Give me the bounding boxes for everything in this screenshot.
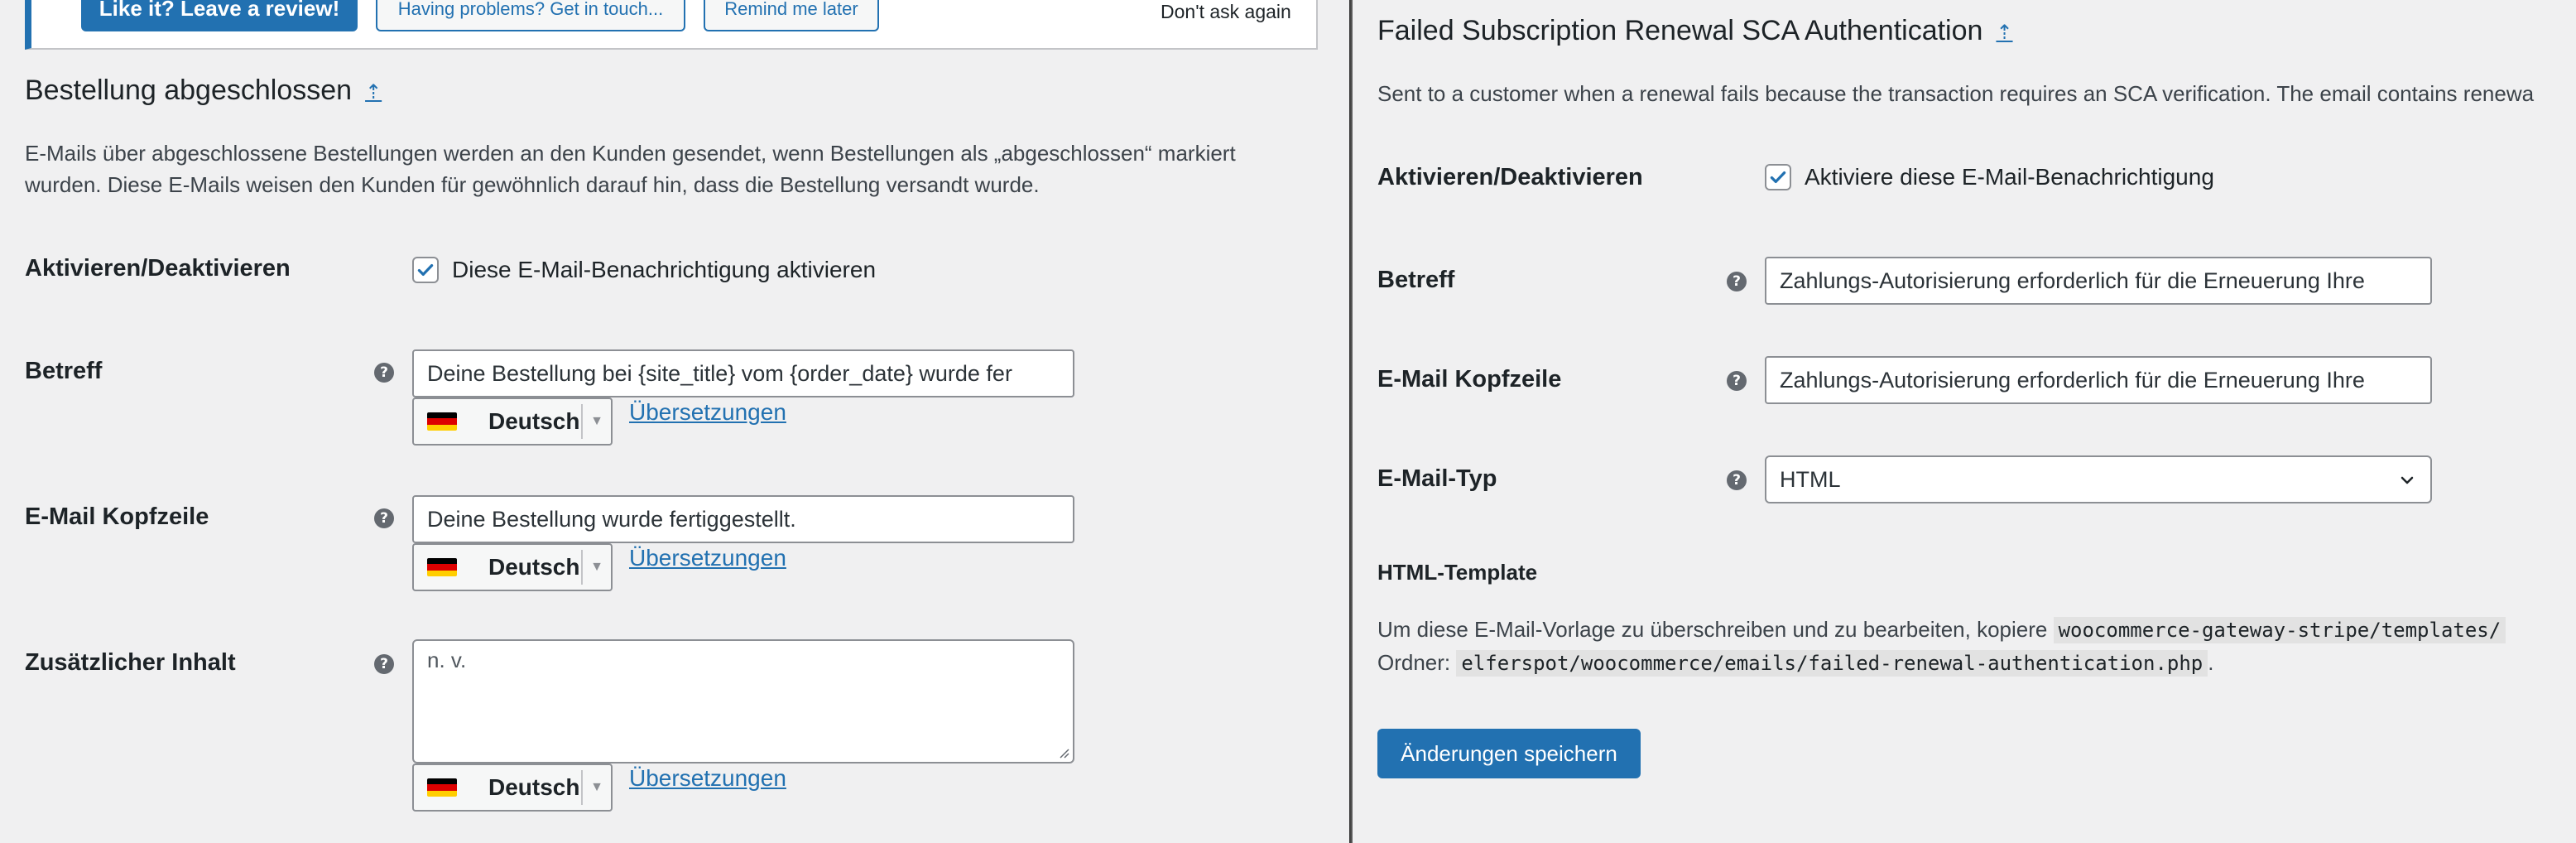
additional-content-textarea[interactable]: n. v. — [412, 639, 1074, 764]
remind-later-button[interactable]: Remind me later — [704, 0, 879, 31]
heading-language-select[interactable]: Deutsch ▼ — [412, 543, 613, 591]
leave-review-button[interactable]: Like it? Leave a review! — [81, 0, 358, 31]
section-title-text: Bestellung abgeschlossen — [25, 75, 353, 106]
back-to-top-link[interactable]: ⇡ — [1996, 21, 2012, 45]
language-label: Deutsch — [488, 408, 580, 434]
chevron-down-icon: ▼ — [581, 770, 611, 805]
section-title: Bestellung abgeschlossen ⇡ — [25, 75, 382, 107]
subject-input[interactable]: Deine Bestellung bei {site_title} vom {o… — [412, 349, 1074, 397]
get-in-touch-button[interactable]: Having problems? Get in touch... — [376, 0, 685, 31]
heading-translations-link[interactable]: Übersetzungen — [629, 545, 786, 571]
enable-checkbox-label: Aktiviere diese E-Mail-Benachrichtigung — [1805, 164, 2214, 190]
review-notice: Like it? Leave a review! Having problems… — [25, 0, 1318, 50]
chevron-down-icon — [2401, 476, 2414, 484]
subject-label: Betreff — [25, 358, 103, 384]
help-icon[interactable]: ? — [1727, 371, 1747, 391]
section-title: Failed Subscription Renewal SCA Authenti… — [1377, 15, 2013, 47]
checkmark-icon — [1770, 171, 1786, 184]
heading-input[interactable]: Deine Bestellung wurde fertiggestellt. — [412, 495, 1074, 543]
template-target-path: elferspot/woocommerce/emails/failed-rene… — [1456, 650, 2208, 677]
german-flag-icon — [427, 558, 457, 576]
enable-checkbox[interactable] — [412, 257, 439, 283]
left-settings-pane: Like it? Leave a review! Having problems… — [0, 0, 1349, 843]
template-instructions-line1: Um diese E-Mail-Vorlage zu überschreiben… — [1377, 613, 2506, 647]
back-to-top-link[interactable]: ⇡ — [365, 80, 382, 104]
email-type-select[interactable]: HTML — [1765, 455, 2432, 503]
checkmark-icon — [417, 263, 434, 277]
enable-label: Aktivieren/Deaktivieren — [1377, 164, 1643, 190]
additional-translations-link[interactable]: Übersetzungen — [629, 765, 786, 792]
chevron-down-icon: ▼ — [581, 550, 611, 585]
heading-label: E-Mail Kopfzeile — [1377, 366, 1562, 393]
template-source-path: woocommerce-gateway-stripe/templates/ — [2053, 617, 2506, 643]
enable-checkbox-label: Diese E-Mail-Benachrichtigung aktivieren — [452, 257, 877, 282]
help-icon[interactable]: ? — [1727, 272, 1747, 291]
additional-content-label: Zusätzlicher Inhalt — [25, 649, 236, 676]
resize-grip-icon[interactable] — [1056, 745, 1069, 759]
german-flag-icon — [427, 412, 457, 431]
heading-input[interactable]: Zahlungs-Autorisierung erforderlich für … — [1765, 356, 2432, 404]
section-title-text: Failed Subscription Renewal SCA Authenti… — [1377, 15, 1983, 46]
chevron-down-icon: ▼ — [581, 404, 611, 439]
help-icon[interactable]: ? — [1727, 470, 1747, 490]
template-instructions-text: Um diese E-Mail-Vorlage zu überschreiben… — [1377, 617, 2048, 642]
language-label: Deutsch — [488, 554, 580, 580]
enable-label: Aktivieren/Deaktivieren — [25, 255, 291, 282]
template-instructions-line2: Ordner: elferspot/woocommerce/emails/fai… — [1377, 646, 2213, 680]
help-icon[interactable]: ? — [374, 508, 394, 528]
subject-input[interactable]: Zahlungs-Autorisierung erforderlich für … — [1765, 257, 2432, 305]
subject-language-select[interactable]: Deutsch ▼ — [412, 397, 613, 446]
template-folder-label: Ordner: — [1377, 650, 1451, 675]
language-label: Deutsch — [488, 774, 580, 800]
additional-language-select[interactable]: Deutsch ▼ — [412, 764, 613, 812]
help-icon[interactable]: ? — [374, 363, 394, 383]
subject-label: Betreff — [1377, 267, 1455, 293]
email-type-label: E-Mail-Typ — [1377, 465, 1497, 492]
additional-content-value: n. v. — [427, 648, 467, 672]
dont-ask-again-link[interactable]: Don't ask again — [1161, 0, 1291, 31]
subject-translations-link[interactable]: Übersetzungen — [629, 399, 786, 426]
html-template-heading: HTML-Template — [1377, 560, 1538, 585]
template-period: . — [2208, 650, 2214, 675]
heading-label: E-Mail Kopfzeile — [25, 503, 209, 530]
enable-checkbox[interactable] — [1765, 164, 1791, 190]
save-changes-button[interactable]: Änderungen speichern — [1377, 729, 1641, 778]
email-type-value: HTML — [1780, 466, 1841, 492]
help-icon[interactable]: ? — [374, 654, 394, 674]
right-settings-pane: Failed Subscription Renewal SCA Authenti… — [1353, 0, 2576, 843]
german-flag-icon — [427, 778, 457, 797]
section-description: E-Mails über abgeschlossene Bestellungen… — [25, 141, 1236, 197]
section-description: Sent to a customer when a renewal fails … — [1377, 81, 2535, 106]
